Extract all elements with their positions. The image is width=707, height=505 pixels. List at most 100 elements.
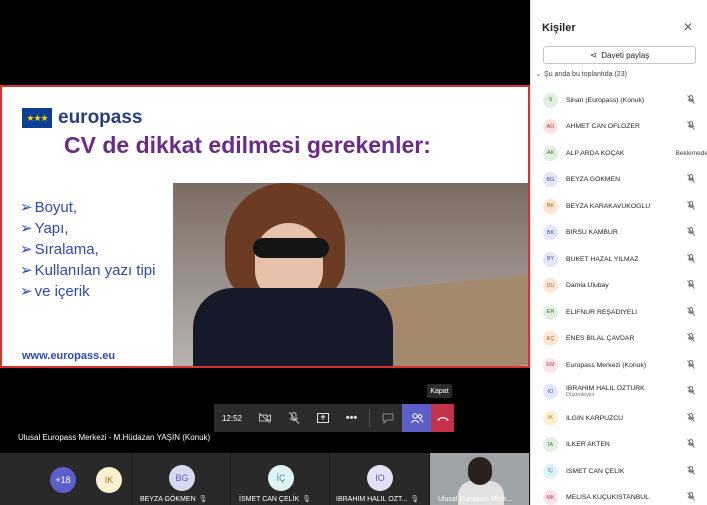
avatar: BK xyxy=(543,198,558,214)
participant-name: IBRAHIM HALIL OZTURK xyxy=(566,385,645,393)
avatar: EM xyxy=(543,357,558,373)
camera-off-icon[interactable] xyxy=(250,404,279,432)
shared-slide: ★★★ europass CV de dikkat edilmesi gerek… xyxy=(0,85,530,368)
participant-row[interactable]: AO AHMET CAN OFLOZER xyxy=(531,114,707,141)
participant-row[interactable]: S Sinan (Europass) (Konuk) xyxy=(531,87,707,114)
logo-text: europass xyxy=(58,107,143,128)
mic-off-icon xyxy=(687,200,695,212)
avatar: İÇ xyxy=(268,465,294,491)
mic-off-icon[interactable] xyxy=(279,404,308,432)
slide-bullets: Boyut, Yapı, Sıralama, Kullanılan yazı t… xyxy=(20,197,156,302)
participant-name: BUKET HAZAL YILMAZ xyxy=(566,255,639,263)
participant-row[interactable]: AK ALP ARDA KOÇAK Beklemede xyxy=(531,140,707,167)
mic-off-icon: 🎙 xyxy=(198,496,208,503)
participant-row[interactable]: EM Europass Merkezi (Konuk) xyxy=(531,352,707,379)
participant-name: MELISA KÜÇÜKİSTANBUL xyxy=(566,494,649,502)
avatar: MK xyxy=(543,490,558,505)
overflow-tile[interactable]: +18 IK xyxy=(0,453,132,505)
avatar: IO xyxy=(543,384,558,400)
participant-row[interactable]: BG BEYZA GÖKMEN xyxy=(531,167,707,194)
participant-row[interactable]: BY BUKET HAZAL YILMAZ xyxy=(531,246,707,273)
mic-off-icon xyxy=(687,412,695,424)
mic-off-icon xyxy=(687,465,695,477)
share-invite-button[interactable]: ⋖ Daveti paylaş xyxy=(543,46,696,64)
participant-list: S Sinan (Europass) (Konuk) AO AHMET CAN OFL… xyxy=(531,87,707,505)
avatar: BG xyxy=(543,172,558,188)
more-icon[interactable]: ••• xyxy=(337,404,366,432)
participant-row[interactable]: İA İLKER AKTEN xyxy=(531,432,707,459)
participant-name: Damla Ulubay xyxy=(566,282,609,290)
slide-bullet: Boyut, xyxy=(20,197,155,218)
participant-status: Beklemede xyxy=(675,149,707,157)
camera-tile[interactable]: Ulusal Europass Merk... xyxy=(430,453,530,505)
avatar: IK xyxy=(96,467,122,493)
europass-logo: ★★★ europass xyxy=(22,107,142,129)
section-label: Şu anda bu toplantıda (23) xyxy=(544,71,627,78)
participant-role: Düzenleyici xyxy=(566,392,595,399)
call-timer: 12:52 xyxy=(221,413,243,423)
participant-name: BİRSU KAMBUR xyxy=(566,229,618,237)
mic-off-icon xyxy=(687,333,695,344)
participant-row[interactable]: BK BEYZA KARAKAVUKOĞLU xyxy=(531,193,707,220)
avatar: BY xyxy=(543,251,558,267)
participant-tile[interactable]: İÇ İSMET CAN ÇELİK 🎙 xyxy=(231,453,330,505)
participant-name: İLKER AKTEN xyxy=(566,441,610,449)
participant-row[interactable]: EÇ ENES BİLAL ÇAVDAR xyxy=(531,326,707,353)
slide-bullet: ve içerik xyxy=(20,281,155,302)
mic-off-icon xyxy=(687,492,695,503)
participant-name: ENES BİLAL ÇAVDAR xyxy=(566,335,635,343)
meeting-stage: ★★★ europass CV de dikkat edilmesi gerek… xyxy=(0,0,530,505)
tile-name: İSMET CAN ÇELİK xyxy=(239,495,300,503)
avatar: IO xyxy=(367,465,393,491)
participant-name: AHMET CAN OFLOZER xyxy=(566,123,640,131)
participant-row[interactable]: BK BİRSU KAMBUR xyxy=(531,220,707,247)
slide-video xyxy=(173,183,528,366)
mic-off-icon xyxy=(687,94,695,106)
participant-row[interactable]: MK MELISA KÜÇÜKİSTANBUL xyxy=(531,485,707,505)
avatar: DU xyxy=(543,278,558,294)
participant-name: BEYZA GÖKMEN xyxy=(566,176,621,184)
participant-row[interactable]: IO IBRAHIM HALIL OZTURK Düzenleyici xyxy=(531,379,707,406)
mic-off-icon xyxy=(687,359,695,371)
overflow-count[interactable]: +18 xyxy=(50,467,76,493)
chat-icon[interactable] xyxy=(373,404,402,432)
slide-bullet: Sıralama, xyxy=(20,239,155,260)
mic-off-icon xyxy=(687,280,695,291)
presenter-label: Ulusal Europass Merkezi - M.Hüdazan YAŞI… xyxy=(18,433,211,442)
mic-off-icon xyxy=(687,227,695,238)
share-invite-label: Daveti paylaş xyxy=(601,50,650,60)
participant-tile[interactable]: IO IBRAHIM HALIL OZT... 🎙 xyxy=(330,453,430,505)
share-screen-icon[interactable] xyxy=(308,404,337,432)
tile-name: BEYZA GÖKMEN xyxy=(140,495,196,503)
slide-title: CV de dikkat edilmesi gerekenler: xyxy=(64,132,431,158)
participant-strip: +18 IK BG BEYZA GÖKMEN 🎙 İÇ İSMET CAN ÇEL… xyxy=(0,453,530,505)
slide-bullet: Yapı, xyxy=(20,218,155,239)
participant-row[interactable]: ER ELİFNUR REŞADİYELİ xyxy=(531,299,707,326)
avatar: IK xyxy=(543,410,558,426)
in-meeting-section[interactable]: ⌄ Şu anda bu toplantıda (23) xyxy=(536,71,627,78)
participant-row[interactable]: İÇ İSMET CAN ÇELİK xyxy=(531,458,707,485)
participant-row[interactable]: DU Damla Ulubay xyxy=(531,273,707,300)
panel-title: Kişiler xyxy=(542,22,576,34)
tile-name: IBRAHIM HALIL OZT... xyxy=(336,495,408,503)
call-control-bar: 12:52 ••• xyxy=(214,404,454,432)
avatar: EÇ xyxy=(543,331,558,347)
mic-off-icon xyxy=(687,174,695,185)
participant-row[interactable]: IK ILGIN KARPUZCU xyxy=(531,405,707,432)
hangup-icon[interactable] xyxy=(431,404,454,432)
people-panel: Kişiler ✕ ⋖ Daveti paylaş ⌄ Şu anda bu t… xyxy=(530,0,707,505)
slide-bullet: Kullanılan yazı tipi xyxy=(20,260,156,281)
participant-name: İSMET CAN ÇELİK xyxy=(566,467,625,475)
chevron-down-icon: ⌄ xyxy=(536,72,542,78)
avatar: BG xyxy=(169,465,195,491)
participant-name: BEYZA KARAKAVUKOĞLU xyxy=(566,202,651,210)
tile-name: Ulusal Europass Merk... xyxy=(438,496,513,503)
people-icon[interactable] xyxy=(402,404,431,432)
avatar: AK xyxy=(543,145,558,161)
close-icon[interactable]: ✕ xyxy=(683,20,693,34)
avatar: ER xyxy=(543,304,558,320)
participant-name: Europass Merkezi (Konuk) xyxy=(566,361,647,369)
avatar: AO xyxy=(543,119,558,135)
avatar: İÇ xyxy=(543,463,558,479)
participant-tile[interactable]: BG BEYZA GÖKMEN 🎙 xyxy=(132,453,231,505)
